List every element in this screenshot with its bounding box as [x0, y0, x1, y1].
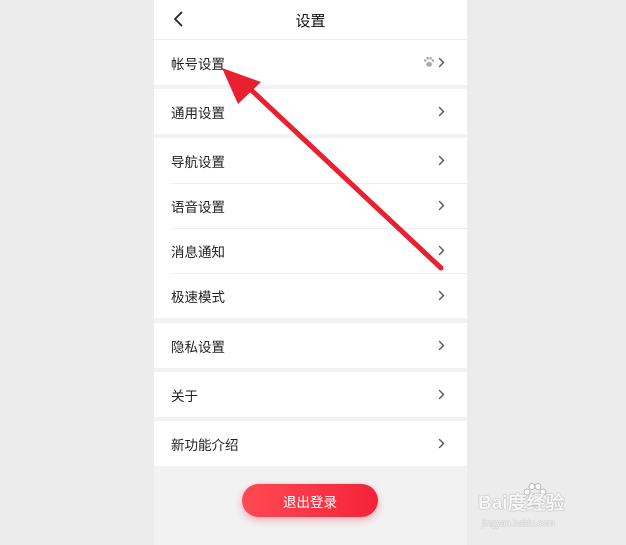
settings-row-label: 关于 — [171, 388, 198, 405]
chevron-right-icon — [438, 106, 445, 117]
nav-bar: 设置 — [154, 0, 467, 40]
chevron-right-icon — [438, 389, 445, 400]
chevron-right-icon — [438, 245, 445, 256]
settings-row-voice[interactable]: 语音设置 — [154, 183, 467, 228]
settings-row-whats-new[interactable]: 新功能介绍 — [154, 421, 467, 466]
paw-icon — [423, 56, 435, 67]
logout-button[interactable]: 退出登录 — [242, 484, 378, 517]
settings-row-label: 新功能介绍 — [171, 437, 239, 454]
settings-group-general: 通用设置 — [154, 89, 467, 134]
watermark-site: jingyan.baidu.com — [482, 518, 555, 528]
settings-row-speed-mode[interactable]: 极速模式 — [154, 273, 467, 318]
settings-row-label: 语音设置 — [171, 199, 225, 216]
settings-row-privacy[interactable]: 隐私设置 — [154, 323, 467, 368]
watermark: Bai度经验 jingyan.baidu.com — [478, 478, 626, 542]
settings-row-label: 帐号设置 — [171, 56, 225, 73]
settings-screen: 设置 帐号设置 通用设置 导航设置 语音设置 消息通知 极速模式 隐私设置 关于… — [154, 0, 467, 545]
settings-row-about[interactable]: 关于 — [154, 372, 467, 417]
chevron-right-icon — [438, 200, 445, 211]
settings-row-label: 通用设置 — [171, 105, 225, 122]
settings-row-label: 隐私设置 — [171, 339, 225, 356]
chevron-right-icon — [438, 155, 445, 166]
settings-group-about: 关于 — [154, 372, 467, 417]
watermark-brand: Bai度经验 — [478, 493, 565, 514]
settings-row-label: 消息通知 — [171, 244, 225, 261]
settings-group-features: 导航设置 语音设置 消息通知 极速模式 — [154, 138, 467, 318]
settings-row-navigation[interactable]: 导航设置 — [154, 138, 467, 183]
chevron-right-icon — [438, 290, 445, 301]
chevron-right-icon — [438, 57, 445, 68]
settings-row-label: 导航设置 — [171, 154, 225, 171]
chevron-right-icon — [438, 438, 445, 449]
settings-group-whats-new: 新功能介绍 — [154, 421, 467, 466]
settings-group-account: 帐号设置 — [154, 40, 467, 85]
settings-row-general[interactable]: 通用设置 — [154, 89, 467, 134]
page-title: 设置 — [295, 12, 326, 30]
chevron-right-icon — [438, 340, 445, 351]
settings-row-label: 极速模式 — [171, 289, 225, 306]
settings-group-privacy: 隐私设置 — [154, 323, 467, 368]
settings-row-notifications[interactable]: 消息通知 — [154, 228, 467, 273]
settings-row-account[interactable]: 帐号设置 — [154, 40, 467, 85]
